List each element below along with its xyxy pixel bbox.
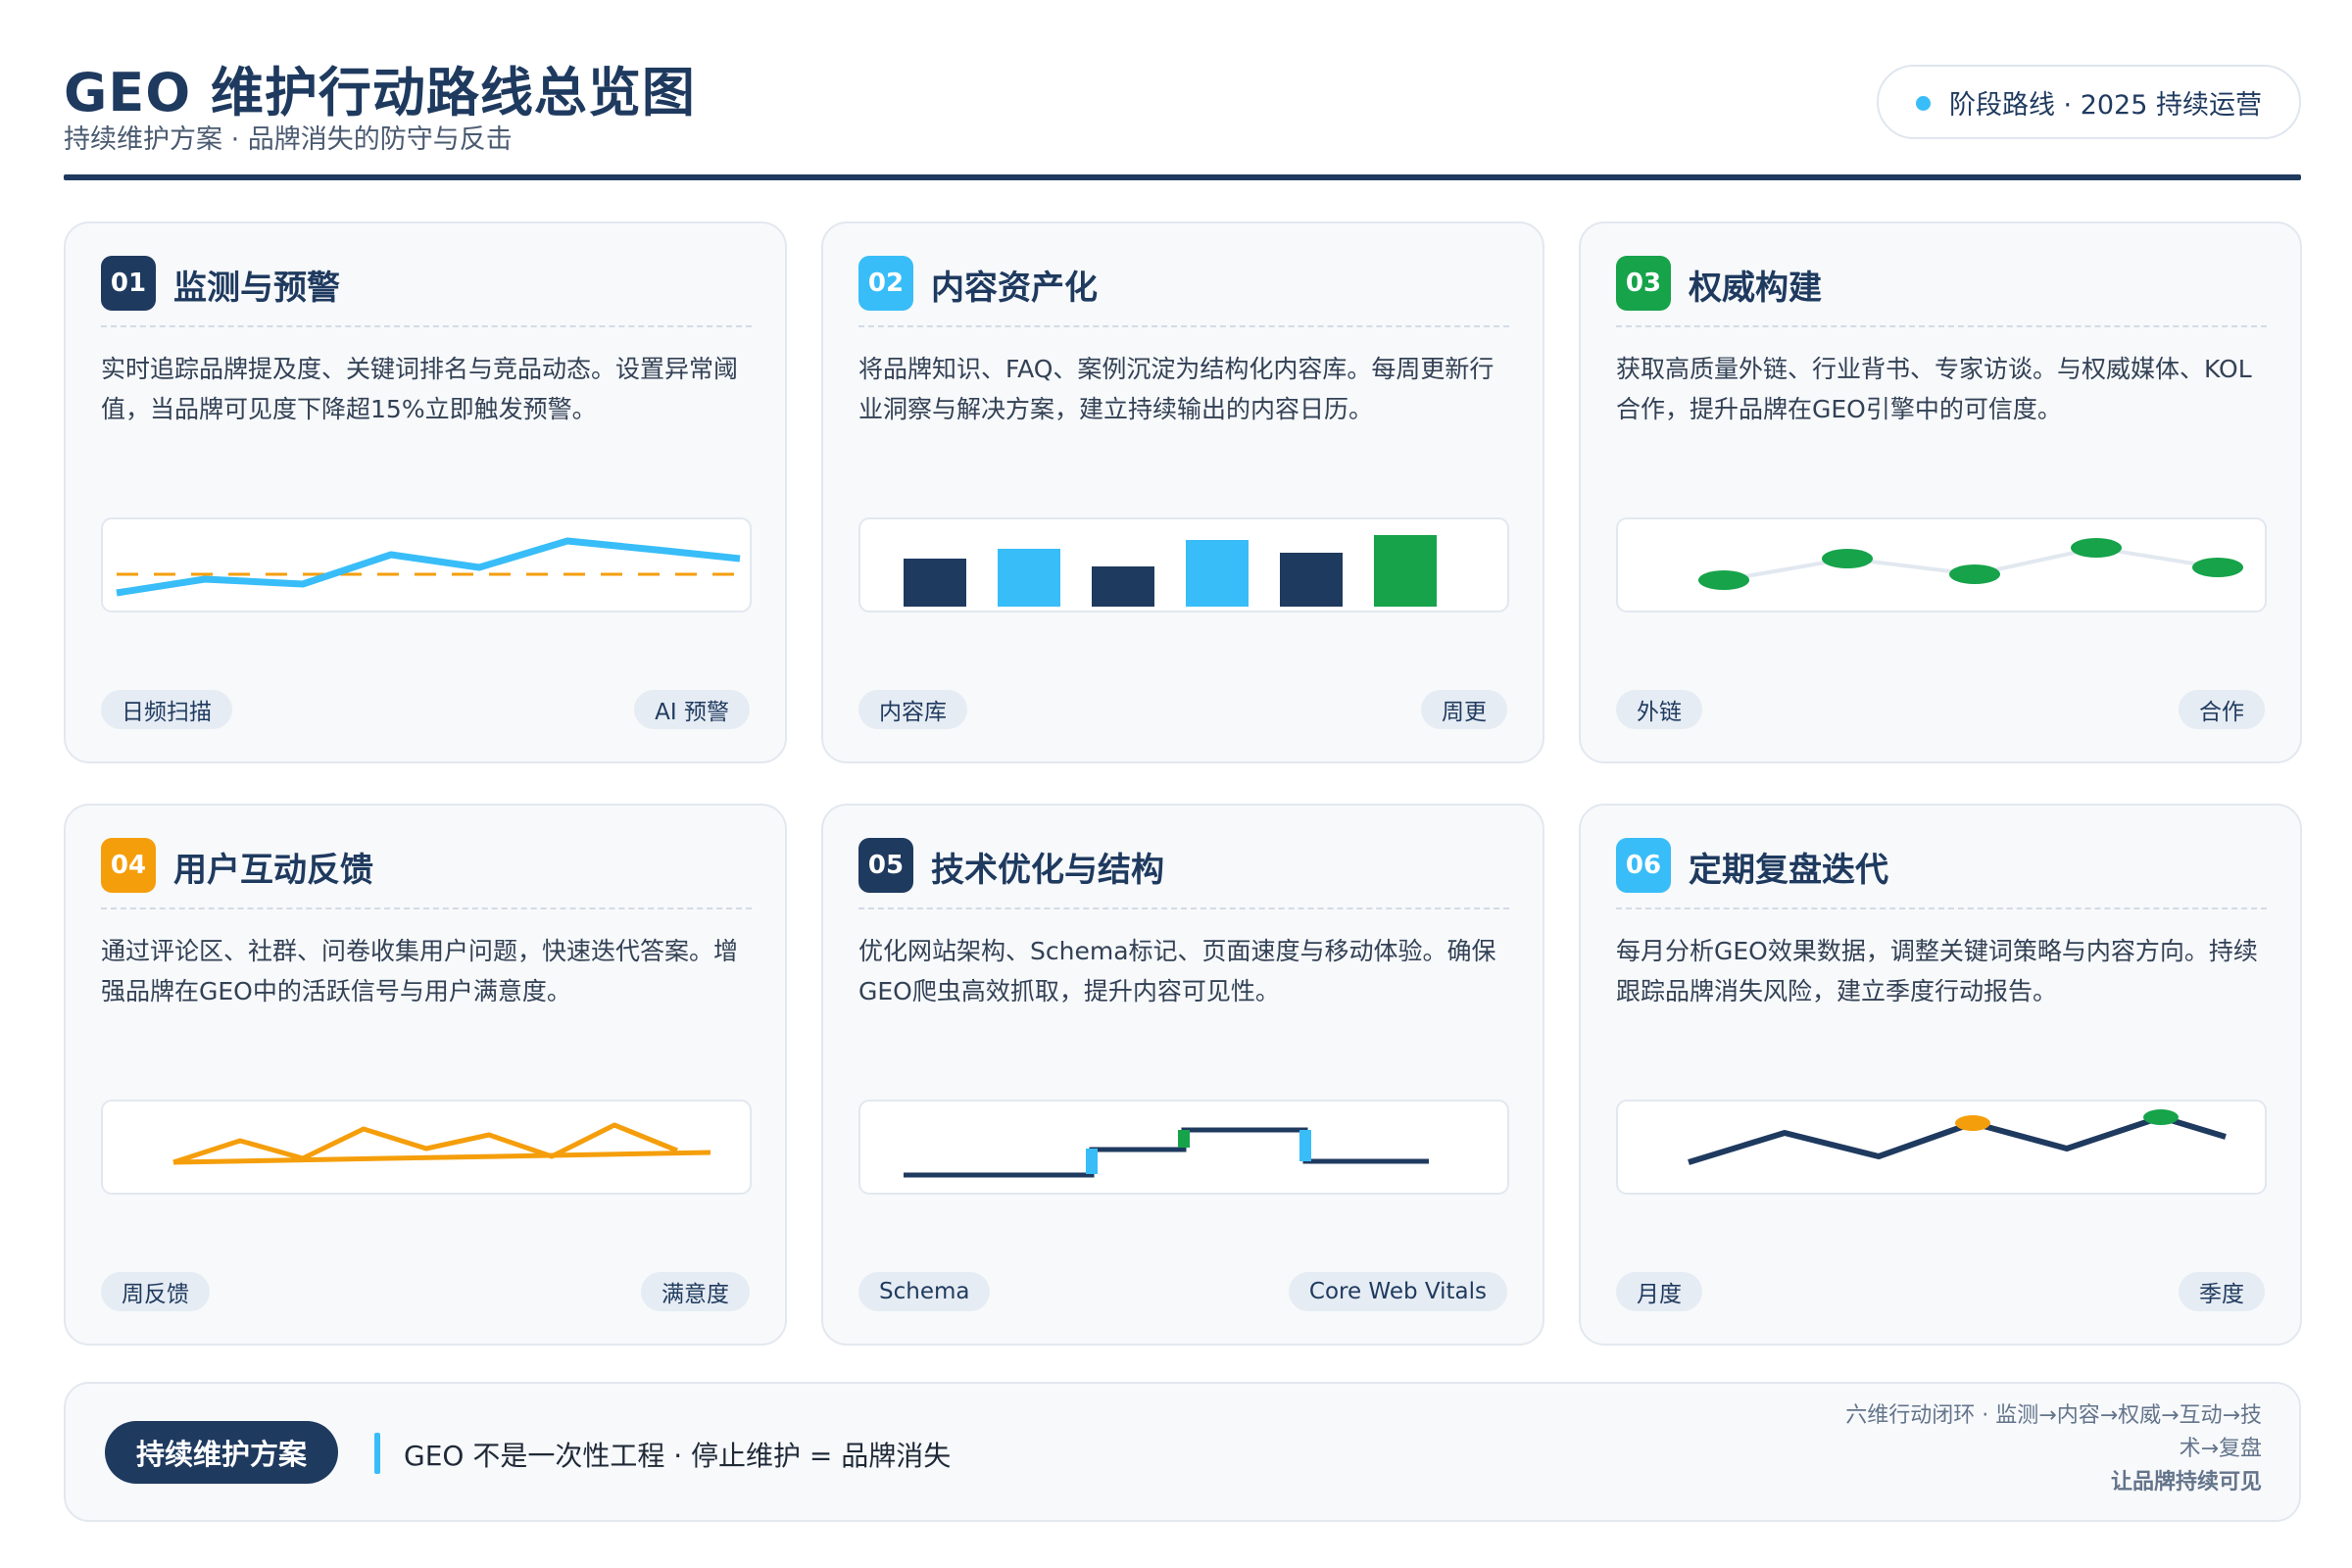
bar-graphic <box>858 517 1509 612</box>
header-divider <box>64 174 2301 180</box>
card-number-badge: 02 <box>858 256 913 311</box>
stage-pill: 阶段路线 · 2025 持续运营 <box>1876 65 2301 139</box>
review-node <box>2143 1109 2179 1125</box>
review-node <box>1955 1115 1990 1131</box>
bar <box>1280 553 1343 607</box>
step-line <box>904 1127 1429 1178</box>
card-title: 用户互动反馈 <box>173 851 373 890</box>
card-description: 获取高质量外链、行业背书、专家访谈。与权威媒体、KOL合作，提升品牌在GEO引擎… <box>1616 355 2252 423</box>
visibility-line <box>116 537 741 597</box>
card-divider <box>1616 325 2267 327</box>
footer-loop-summary: 六维行动闭环 · 监测→内容→权威→互动→技术→复盘 让品牌持续可见 <box>1831 1399 2262 1499</box>
card-title: 定期复盘迭代 <box>1689 851 1888 890</box>
tag-weekly-update: 周更 <box>1421 690 1507 729</box>
card-monitoring: 01 监测与预警 实时追踪品牌提及度、关键词排名与竞品动态。设置异常阈值，当品牌… <box>64 221 787 763</box>
card-number-badge: 01 <box>101 256 156 311</box>
step-graphic <box>858 1100 1509 1195</box>
tag-satisfaction: 满意度 <box>641 1272 750 1311</box>
bar <box>1374 535 1437 607</box>
footer-loop-text: 六维行动闭环 · 监测→内容→权威→互动→技术→复盘 <box>1845 1403 2262 1461</box>
step-marker <box>1086 1149 1098 1174</box>
card-divider <box>1616 907 2267 909</box>
tag-core-web-vitals: Core Web Vitals <box>1288 1272 1507 1311</box>
card-description: 每月分析GEO效果数据，调整关键词策略与内容方向。持续跟踪品牌消失风险，建立季度… <box>1616 937 2258 1005</box>
footer-pill: 持续维护方案 <box>105 1421 339 1484</box>
trend-line-graphic <box>101 517 752 612</box>
bar <box>1186 540 1249 607</box>
page-subtitle: 持续维护方案 · 品牌消失的防守与反击 <box>64 124 513 155</box>
tag-cooperation: 合作 <box>2179 690 2265 729</box>
bar <box>1092 566 1154 607</box>
card-divider <box>858 325 1509 327</box>
tag-backlinks: 外链 <box>1616 690 1702 729</box>
page-title: GEO 维护行动路线总览图 <box>64 62 696 123</box>
tag-ai-alert: AI 预警 <box>634 690 750 729</box>
card-description: 优化网站架构、Schema标记、页面速度与移动体验。确保GEO爬虫高效抓取，提升… <box>858 937 1496 1005</box>
card-title: 监测与预警 <box>173 269 340 308</box>
network-graphic <box>1616 517 2267 612</box>
footer-accent-bar <box>374 1433 380 1474</box>
card-divider <box>101 907 752 909</box>
bar <box>904 559 966 607</box>
stage-pill-label: 阶段路线 · 2025 持续运营 <box>1948 89 2262 121</box>
card-description: 实时追踪品牌提及度、关键词排名与竞品动态。设置异常阈值，当品牌可见度下降超15%… <box>101 355 739 423</box>
card-tech-optimization: 05 技术优化与结构 优化网站架构、Schema标记、页面速度与移动体验。确保G… <box>821 804 1544 1346</box>
card-description: 将品牌知识、FAQ、案例沉淀为结构化内容库。每周更新行业洞察与解决方案，建立持续… <box>858 355 1494 423</box>
footer-message: GEO 不是一次性工程 · 停止维护 = 品牌消失 <box>404 1440 952 1472</box>
card-title: 技术优化与结构 <box>931 851 1164 890</box>
tag-schema: Schema <box>858 1272 991 1311</box>
network-node <box>1698 570 1749 590</box>
card-divider <box>101 325 752 327</box>
card-number-badge: 06 <box>1616 838 1671 893</box>
review-line-graphic <box>1616 1100 2267 1195</box>
feedback-baseline <box>172 1150 711 1165</box>
network-node <box>1822 549 1873 568</box>
tag-content-library: 内容库 <box>858 690 967 729</box>
status-dot-icon <box>1915 96 1931 111</box>
card-description: 通过评论区、社群、问卷收集用户问题，快速迭代答案。增强品牌在GEO中的活跃信号与… <box>101 937 739 1005</box>
card-authority: 03 权威构建 获取高质量外链、行业背书、专家访谈。与权威媒体、KOL合作，提升… <box>1579 221 2302 763</box>
card-review-iteration: 06 定期复盘迭代 每月分析GEO效果数据，调整关键词策略与内容方向。持续跟踪品… <box>1579 804 2302 1346</box>
tag-monthly: 月度 <box>1616 1272 1702 1311</box>
card-divider <box>858 907 1509 909</box>
card-content-assets: 02 内容资产化 将品牌知识、FAQ、案例沉淀为结构化内容库。每周更新行业洞察与… <box>821 221 1544 763</box>
footer-tagline: 让品牌持续可见 <box>2110 1470 2262 1494</box>
tag-weekly-feedback: 周反馈 <box>101 1272 210 1311</box>
network-node <box>2192 558 2243 577</box>
zigzag-graphic <box>101 1100 752 1195</box>
card-number-badge: 04 <box>101 838 156 893</box>
card-user-feedback: 04 用户互动反馈 通过评论区、社群、问卷收集用户问题，快速迭代答案。增强品牌在… <box>64 804 787 1346</box>
tag-quarterly: 季度 <box>2179 1272 2265 1311</box>
page-header: GEO 维护行动路线总览图 持续维护方案 · 品牌消失的防守与反击 阶段路线 ·… <box>64 49 2301 181</box>
summary-footer: 持续维护方案 GEO 不是一次性工程 · 停止维护 = 品牌消失 六维行动闭环 … <box>64 1382 2301 1522</box>
step-marker <box>1299 1130 1311 1161</box>
card-title: 内容资产化 <box>931 269 1098 308</box>
card-number-badge: 05 <box>858 838 913 893</box>
network-node <box>1949 564 2000 584</box>
tag-daily-scan: 日频扫描 <box>101 690 232 729</box>
card-number-badge: 03 <box>1616 256 1671 311</box>
network-node <box>2071 538 2122 558</box>
step-marker <box>1178 1130 1190 1148</box>
card-title: 权威构建 <box>1689 269 1822 308</box>
bar <box>998 549 1060 607</box>
